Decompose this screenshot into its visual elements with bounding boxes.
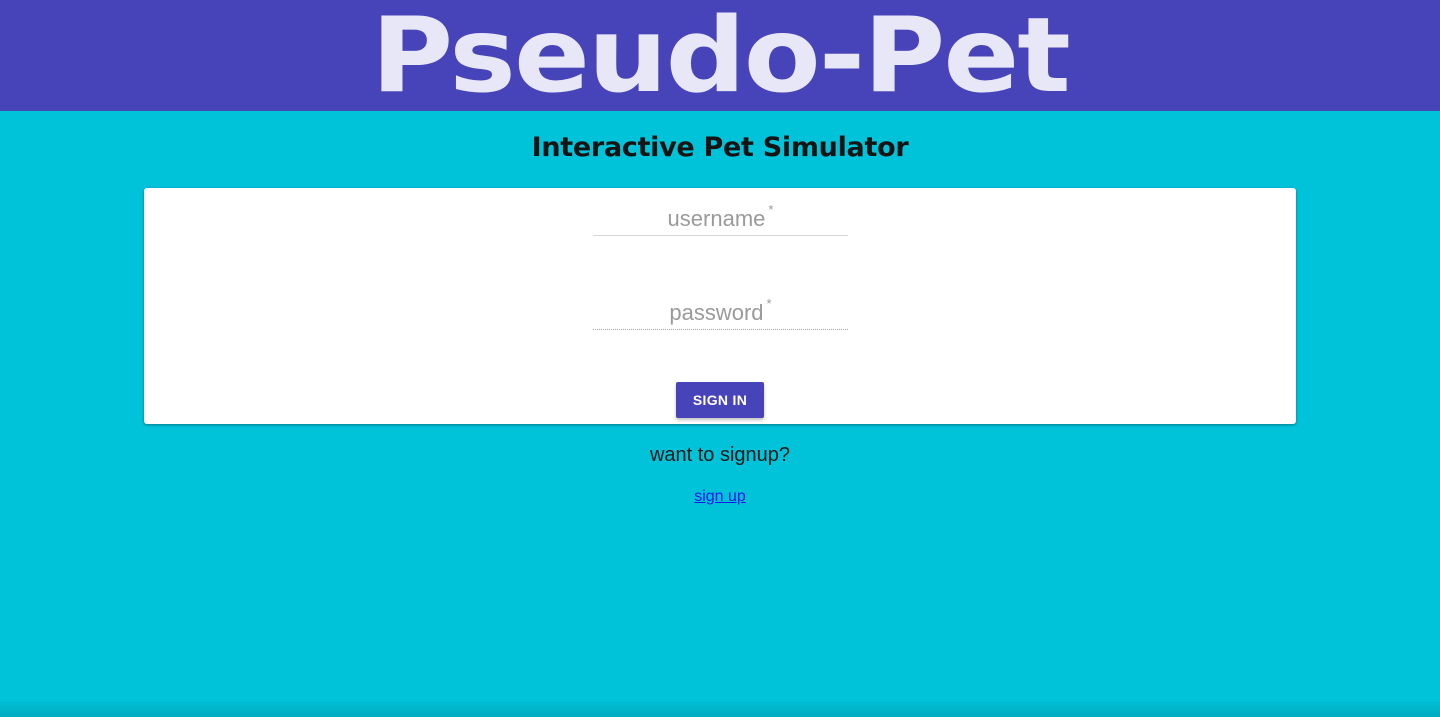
app-header: Pseudo-Pet: [0, 0, 1440, 111]
login-card: username * password * SIGN IN: [144, 188, 1296, 424]
signup-link-container: sign up: [0, 488, 1440, 506]
page-subtitle: Interactive Pet Simulator: [531, 132, 909, 163]
signup-prompt: want to signup?: [649, 444, 791, 466]
username-field[interactable]: username *: [593, 192, 848, 236]
username-input[interactable]: [593, 192, 848, 236]
password-field[interactable]: password *: [593, 286, 848, 330]
brand-title: Pseudo-Pet: [371, 0, 1071, 111]
password-input[interactable]: [593, 286, 848, 330]
sign-up-link[interactable]: sign up: [694, 488, 746, 505]
sign-in-button[interactable]: SIGN IN: [676, 382, 764, 418]
footer-shadow: [0, 699, 1440, 717]
